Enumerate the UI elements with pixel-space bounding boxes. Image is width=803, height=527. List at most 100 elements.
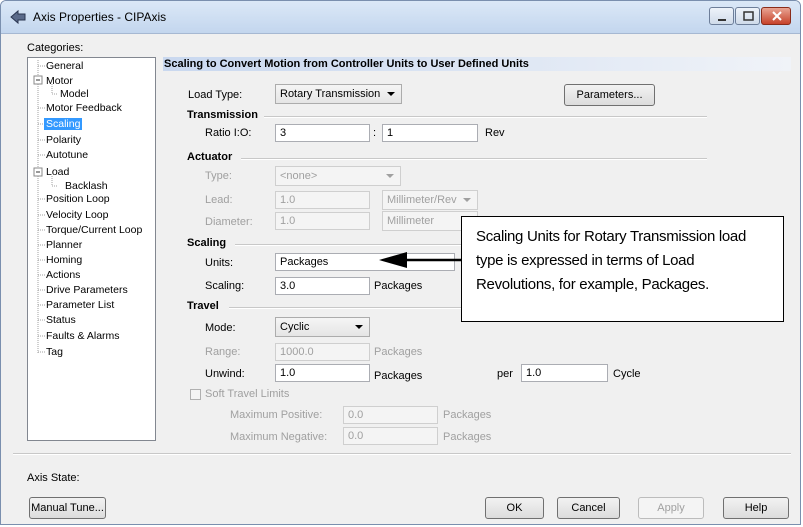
tree-item-parameter-list[interactable]: Parameter List [46, 299, 114, 311]
minimize-icon [718, 19, 726, 21]
range-unit: Packages [374, 346, 423, 358]
ratio-colon: : [373, 127, 377, 139]
axis-icon [10, 9, 26, 25]
actuator-type-value: <none> [280, 170, 318, 182]
tree-item-position-loop[interactable]: Position Loop [46, 193, 110, 205]
close-icon [772, 11, 782, 21]
range-label: Range: [205, 346, 241, 358]
max-positive-label: Maximum Positive: [230, 409, 323, 421]
load-type-value: Rotary Transmission [280, 88, 381, 100]
divider [264, 116, 707, 118]
units-label: Units: [205, 257, 234, 269]
chevron-down-icon [355, 325, 363, 329]
collapse-icon[interactable] [33, 75, 43, 85]
diameter-field[interactable]: 1.0 [275, 212, 370, 230]
ratio-output-field[interactable]: 1 [382, 124, 478, 142]
manual-tune-button[interactable]: Manual Tune... [29, 497, 106, 519]
parameters-button[interactable]: Parameters... [564, 84, 655, 106]
tree-item-status[interactable]: Status [46, 314, 76, 326]
max-positive-unit: Packages [443, 409, 492, 421]
actuator-type-label: Type: [205, 170, 232, 182]
tree-item-motor-feedback[interactable]: Motor Feedback [46, 102, 122, 114]
soft-travel-limits-label: Soft Travel Limits [205, 388, 290, 400]
minimize-button[interactable] [709, 7, 734, 25]
load-type-dropdown[interactable]: Rotary Transmission [275, 84, 402, 104]
per-unit: Cycle [613, 368, 641, 380]
section-header: Scaling to Convert Motion from Controlle… [163, 57, 791, 71]
range-field[interactable]: 1000.0 [275, 343, 370, 361]
tree-item-faults-alarms[interactable]: Faults & Alarms [46, 330, 120, 342]
callout-line-1: Scaling Units for Rotary Transmission lo… [476, 228, 747, 245]
soft-travel-limits-checkbox[interactable] [190, 389, 201, 400]
callout-line-2: type is expressed in terms of Load [476, 252, 695, 269]
title-bar: Axis Properties - CIPAxis [1, 1, 800, 34]
help-button[interactable]: Help [723, 497, 789, 519]
scaling-group-title: Scaling [187, 237, 227, 249]
close-button[interactable] [761, 7, 791, 25]
tree-item-autotune[interactable]: Autotune [46, 149, 88, 161]
tree-item-planner[interactable]: Planner [46, 239, 82, 251]
apply-button[interactable]: Apply [638, 497, 704, 519]
max-negative-field[interactable]: 0.0 [343, 427, 438, 445]
unwind-field[interactable]: 1.0 [275, 364, 370, 382]
chevron-down-icon [463, 198, 471, 202]
diameter-unit-value: Millimeter [387, 215, 435, 227]
scaling-label: Scaling: [205, 280, 245, 292]
ratio-label: Ratio I:O: [205, 127, 252, 139]
tree-item-velocity-loop[interactable]: Velocity Loop [46, 209, 108, 221]
lead-label: Lead: [205, 194, 233, 206]
mode-value: Cyclic [280, 321, 310, 333]
tree-item-actions[interactable]: Actions [46, 269, 80, 281]
tree-item-load[interactable]: Load [46, 166, 69, 178]
cancel-button[interactable]: Cancel [557, 497, 620, 519]
tree-item-drive-parameters[interactable]: Drive Parameters [46, 284, 128, 296]
axis-state-label: Axis State: [27, 472, 80, 484]
footer-divider [13, 453, 791, 455]
per-field[interactable]: 1.0 [521, 364, 608, 382]
ok-button[interactable]: OK [485, 497, 544, 519]
max-positive-field[interactable]: 0.0 [343, 406, 438, 424]
scaling-field[interactable]: 3.0 [275, 277, 370, 295]
divider [241, 158, 707, 160]
mode-dropdown[interactable]: Cyclic [275, 317, 370, 337]
chevron-down-icon [386, 174, 394, 178]
callout-line-3: Revolutions, for example, Packages. [476, 276, 709, 293]
collapse-icon[interactable] [33, 167, 43, 177]
per-label: per [497, 368, 513, 380]
categories-label: Categories: [27, 42, 84, 54]
max-negative-label: Maximum Negative: [230, 431, 328, 443]
max-negative-unit: Packages [443, 431, 492, 443]
mode-label: Mode: [205, 322, 236, 334]
window-title: Axis Properties - CIPAxis [33, 10, 167, 24]
transmission-group-title: Transmission [187, 109, 258, 121]
tree-item-polarity[interactable]: Polarity [46, 134, 81, 146]
lead-unit-dropdown[interactable]: Millimeter/Rev [382, 190, 478, 210]
section-header-title: Scaling to Convert Motion from Controlle… [164, 58, 529, 70]
maximize-icon [743, 11, 754, 21]
chevron-down-icon [387, 92, 395, 96]
tree-item-tag[interactable]: Tag [46, 346, 63, 358]
load-type-label: Load Type: [188, 89, 243, 101]
tree-item-homing[interactable]: Homing [46, 254, 82, 266]
callout-arrow [379, 252, 463, 268]
tree-item-general[interactable]: General [46, 60, 83, 72]
scaling-unit: Packages [374, 280, 423, 292]
categories-tree[interactable]: General Motor Model Motor Feedback Scali… [27, 57, 156, 441]
divider [229, 307, 461, 309]
lead-field[interactable]: 1.0 [275, 191, 370, 209]
axis-properties-window: Axis Properties - CIPAxis Categories: Ge… [0, 0, 801, 525]
actuator-group-title: Actuator [187, 151, 233, 163]
tree-item-backlash[interactable]: Backlash [65, 180, 108, 192]
tree-item-motor[interactable]: Motor [46, 75, 73, 87]
tree-item-torque-current-loop[interactable]: Torque/Current Loop [46, 224, 142, 236]
unwind-unit: Packages [374, 370, 423, 382]
annotation-callout: Scaling Units for Rotary Transmission lo… [461, 216, 784, 322]
tree-item-scaling[interactable]: Scaling [44, 118, 83, 130]
maximize-button[interactable] [735, 7, 760, 25]
tree-item-model[interactable]: Model [60, 88, 89, 100]
ratio-unit: Rev [485, 127, 505, 139]
actuator-type-dropdown[interactable]: <none> [275, 166, 401, 186]
ratio-input-field[interactable]: 3 [275, 124, 370, 142]
unwind-label: Unwind: [205, 368, 245, 380]
lead-unit-value: Millimeter/Rev [387, 194, 457, 206]
